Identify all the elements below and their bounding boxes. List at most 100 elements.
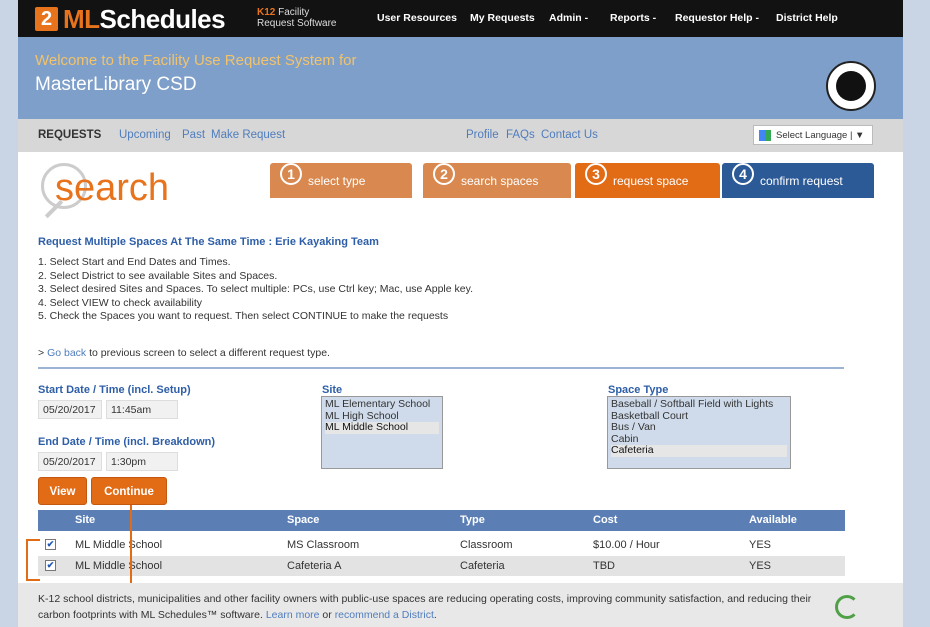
go-back-text: to previous screen to select a different… xyxy=(86,347,330,359)
go-back-prefix: > xyxy=(38,347,48,359)
logo-icon: 2 xyxy=(35,7,58,31)
cell-available: YES xyxy=(749,560,772,572)
go-back-link[interactable]: Go back xyxy=(47,347,86,359)
cell-available: YES xyxy=(749,539,772,551)
end-time-input[interactable]: 1:30pm xyxy=(106,452,178,471)
subnav-profile[interactable]: Profile xyxy=(466,129,499,141)
results-table-header: Site Space Type Cost Available xyxy=(38,510,845,531)
instruction-item: 1. Select Start and End Dates and Times. xyxy=(38,256,231,268)
start-label: Start Date / Time (incl. Setup) xyxy=(38,384,191,396)
step-select-type[interactable]: 1 select type xyxy=(270,163,412,198)
site-select[interactable]: ML Elementary School ML High School ML M… xyxy=(321,396,443,469)
table-row: ✔ ML Middle School Cafeteria A Cafeteria… xyxy=(38,556,845,576)
logo-sub2: Request Software xyxy=(257,18,337,29)
annotation-bracket xyxy=(26,539,28,581)
cell-site: ML Middle School xyxy=(75,560,163,572)
go-back-line: > Go back to previous screen to select a… xyxy=(38,347,330,359)
step-number: 1 xyxy=(280,163,302,185)
site-option-selected[interactable]: ML Middle School xyxy=(325,421,439,434)
page-frame: 2 MLSchedules K12 Facility Request Softw… xyxy=(18,0,903,627)
col-site: Site xyxy=(75,514,96,526)
col-available: Available xyxy=(749,514,797,526)
space-type-option[interactable]: Baseball / Softball Field with Lights xyxy=(611,398,787,411)
subnav-contact[interactable]: Contact Us xyxy=(541,129,598,141)
requests-label: REQUESTS xyxy=(38,129,102,141)
language-selector[interactable]: Select Language | ▼ xyxy=(753,125,873,145)
site-label: Site xyxy=(322,384,343,396)
logo-k12: K12 xyxy=(257,7,276,18)
nav-admin[interactable]: Admin - xyxy=(549,12,588,24)
step-number: 2 xyxy=(433,163,455,185)
divider xyxy=(38,367,844,369)
end-date-input[interactable]: 05/20/2017 xyxy=(38,452,102,471)
step-search-spaces[interactable]: 2 search spaces xyxy=(423,163,571,198)
cell-space: Cafeteria A xyxy=(287,560,342,572)
start-time-input[interactable]: 11:45am xyxy=(106,400,178,419)
subnav-past[interactable]: Past xyxy=(182,129,205,141)
learn-more-link[interactable]: Learn more xyxy=(266,609,320,621)
cell-site: ML Middle School xyxy=(75,539,163,551)
col-cost: Cost xyxy=(593,514,618,526)
col-space: Space xyxy=(287,514,320,526)
subnav-upcoming[interactable]: Upcoming xyxy=(119,129,171,141)
mascot-logo xyxy=(826,61,876,111)
step-confirm-request[interactable]: 4 confirm request xyxy=(722,163,874,198)
page-header: Welcome to the Facility Use Request Syst… xyxy=(18,37,903,119)
nav-my-requests[interactable]: My Requests xyxy=(470,12,535,24)
logo-schedules: Schedules xyxy=(99,4,226,34)
instruction-item: 4. Select VIEW to check availability xyxy=(38,296,202,309)
nav-user-resources[interactable]: User Resources xyxy=(377,12,457,24)
footer-or: or xyxy=(319,609,335,621)
nav-reports[interactable]: Reports - xyxy=(610,12,656,24)
cell-type: Classroom xyxy=(460,539,513,551)
space-type-option-selected[interactable]: Cafeteria xyxy=(611,444,787,457)
subnav-make-request[interactable]: Make Request xyxy=(211,129,285,141)
welcome-text: Welcome to the Facility Use Request Syst… xyxy=(35,52,357,69)
top-nav: 2 MLSchedules K12 Facility Request Softw… xyxy=(18,0,903,37)
col-type: Type xyxy=(460,514,485,526)
logo-tagline: K12 Facility Request Software xyxy=(257,7,337,29)
footer: K-12 school districts, municipalities an… xyxy=(18,583,903,627)
nav-requestor-help[interactable]: Requestor Help - xyxy=(675,12,759,24)
step-label: confirm request xyxy=(760,174,843,188)
google-translate-icon xyxy=(759,130,771,141)
site-option[interactable]: ML Elementary School xyxy=(325,398,439,411)
logo-sub1: Facility xyxy=(278,7,310,18)
request-title: Request Multiple Spaces At The Same Time… xyxy=(38,236,379,248)
start-date-input[interactable]: 05/20/2017 xyxy=(38,400,102,419)
recycle-icon xyxy=(835,595,859,619)
space-type-select[interactable]: Baseball / Softball Field with Lights Ba… xyxy=(607,396,791,469)
annotation-bracket-bottom xyxy=(26,579,40,581)
row-checkbox[interactable]: ✔ xyxy=(45,560,56,571)
logo[interactable]: MLSchedules xyxy=(63,4,226,35)
cell-space: MS Classroom xyxy=(287,539,360,551)
instructions: 1. Select Start and End Dates and Times.… xyxy=(38,256,473,324)
footer-text: K-12 school districts, municipalities an… xyxy=(38,591,838,623)
instruction-item: 2. Select District to see available Site… xyxy=(38,269,278,282)
view-button[interactable]: View xyxy=(38,477,87,505)
step-request-space[interactable]: 3 request space xyxy=(575,163,720,198)
row-checkbox[interactable]: ✔ xyxy=(45,539,56,550)
sub-nav: REQUESTS Upcoming Past Make Request Prof… xyxy=(18,119,903,152)
cell-cost: $10.00 / Hour xyxy=(593,539,660,551)
subnav-faqs[interactable]: FAQs xyxy=(506,129,535,141)
cell-cost: TBD xyxy=(593,560,615,572)
cell-type: Cafeteria xyxy=(460,560,505,572)
step-label: search spaces xyxy=(461,174,539,188)
recommend-link[interactable]: recommend a District xyxy=(335,609,434,621)
continue-button[interactable]: Continue xyxy=(91,477,167,505)
step-number: 4 xyxy=(732,163,754,185)
district-name: MasterLibrary CSD xyxy=(35,74,197,95)
annotation-bracket-top xyxy=(26,539,40,541)
space-type-option[interactable]: Bus / Van xyxy=(611,421,787,434)
logo-ml: ML xyxy=(63,4,100,34)
nav-district-help[interactable]: District Help xyxy=(776,12,838,24)
footer-end: . xyxy=(433,609,437,621)
end-label: End Date / Time (incl. Breakdown) xyxy=(38,436,216,448)
step-label: select type xyxy=(308,174,366,188)
instruction-item: 5. Check the Spaces you want to request.… xyxy=(38,310,449,322)
step-number: 3 xyxy=(585,163,607,185)
instruction-item: 3. Select desired Sites and Spaces. To s… xyxy=(38,283,473,295)
table-row: ✔ ML Middle School MS Classroom Classroo… xyxy=(38,535,845,555)
space-type-label: Space Type xyxy=(608,384,669,396)
